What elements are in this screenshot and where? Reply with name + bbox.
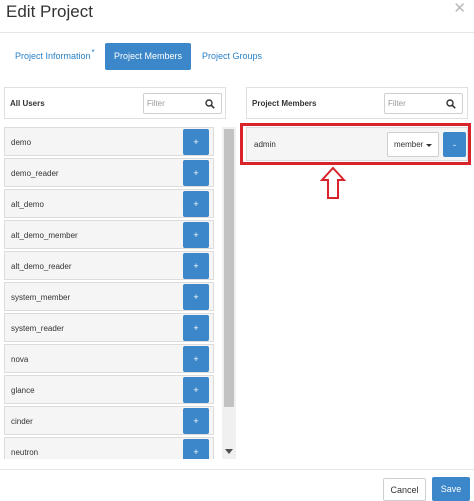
user-row: cinder + xyxy=(4,406,214,435)
project-members-header: Project Members xyxy=(246,87,468,119)
add-user-button[interactable]: + xyxy=(183,253,209,279)
all-users-header: All Users xyxy=(4,87,226,119)
role-dropdown[interactable]: member xyxy=(387,132,439,157)
user-row: glance + xyxy=(4,375,214,404)
search-icon xyxy=(205,99,215,109)
user-row: alt_demo_member + xyxy=(4,220,214,249)
required-marker: * xyxy=(91,48,95,57)
user-row: alt_demo_reader + xyxy=(4,251,214,280)
user-row: system_reader + xyxy=(4,313,214,342)
add-user-button[interactable]: + xyxy=(183,377,209,403)
caret-down-icon xyxy=(426,144,432,147)
add-user-button[interactable]: + xyxy=(183,284,209,310)
all-users-filter-input[interactable] xyxy=(147,96,202,111)
search-icon xyxy=(446,99,456,109)
user-name: alt_demo_reader xyxy=(11,262,72,271)
user-row: demo_reader + xyxy=(4,158,214,187)
add-user-button[interactable]: + xyxy=(183,439,209,459)
add-user-button[interactable]: + xyxy=(183,129,209,155)
tab-project-members[interactable]: Project Members xyxy=(105,43,191,70)
scrollbar-thumb[interactable] xyxy=(224,129,234,407)
tab-project-groups[interactable]: Project Groups xyxy=(202,52,262,61)
all-users-title: All Users xyxy=(10,99,45,108)
user-name: glance xyxy=(11,386,35,395)
user-name: system_reader xyxy=(11,324,64,333)
add-user-button[interactable]: + xyxy=(183,222,209,248)
user-row: neutron + xyxy=(4,437,214,459)
user-row: nova + xyxy=(4,344,214,373)
dialog-title: Edit Project xyxy=(6,2,93,21)
all-users-list: demo + demo_reader + alt_demo + alt_demo_me… xyxy=(4,127,238,459)
user-row: demo + xyxy=(4,127,214,156)
project-members-title: Project Members xyxy=(252,99,317,108)
up-arrow-annotation-icon xyxy=(320,166,346,199)
all-users-filter[interactable] xyxy=(143,93,222,114)
member-row: admin member - xyxy=(246,127,468,161)
close-icon[interactable]: ✕ xyxy=(453,1,466,16)
add-user-button[interactable]: + xyxy=(183,191,209,217)
user-name: system_member xyxy=(11,293,71,302)
add-user-button[interactable]: + xyxy=(183,408,209,434)
add-user-button[interactable]: + xyxy=(183,346,209,372)
project-members-filter[interactable] xyxy=(384,93,463,114)
cancel-button[interactable]: Cancel xyxy=(383,478,426,501)
user-name: neutron xyxy=(11,448,39,457)
user-name: cinder xyxy=(11,417,33,426)
user-name: alt_demo_member xyxy=(11,231,78,240)
user-row: system_member + xyxy=(4,282,214,311)
project-members-filter-input[interactable] xyxy=(388,96,443,111)
tab-project-information[interactable]: Project Information* xyxy=(15,49,95,61)
user-name: alt_demo xyxy=(11,200,44,209)
member-name: admin xyxy=(254,140,276,149)
add-user-button[interactable]: + xyxy=(183,160,209,186)
header-divider xyxy=(0,32,474,33)
all-users-scrollbar[interactable] xyxy=(222,127,236,459)
tab-label: Project Information xyxy=(15,51,91,61)
save-button[interactable]: Save xyxy=(432,477,470,501)
remove-member-button[interactable]: - xyxy=(443,132,466,157)
scroll-down-arrow-icon[interactable] xyxy=(225,449,233,454)
add-user-button[interactable]: + xyxy=(183,315,209,341)
role-value: member xyxy=(394,140,424,149)
user-name: demo xyxy=(11,138,32,147)
user-name: nova xyxy=(11,355,29,364)
user-name: demo_reader xyxy=(11,169,59,178)
user-row: alt_demo + xyxy=(4,189,214,218)
footer-divider xyxy=(0,469,474,470)
